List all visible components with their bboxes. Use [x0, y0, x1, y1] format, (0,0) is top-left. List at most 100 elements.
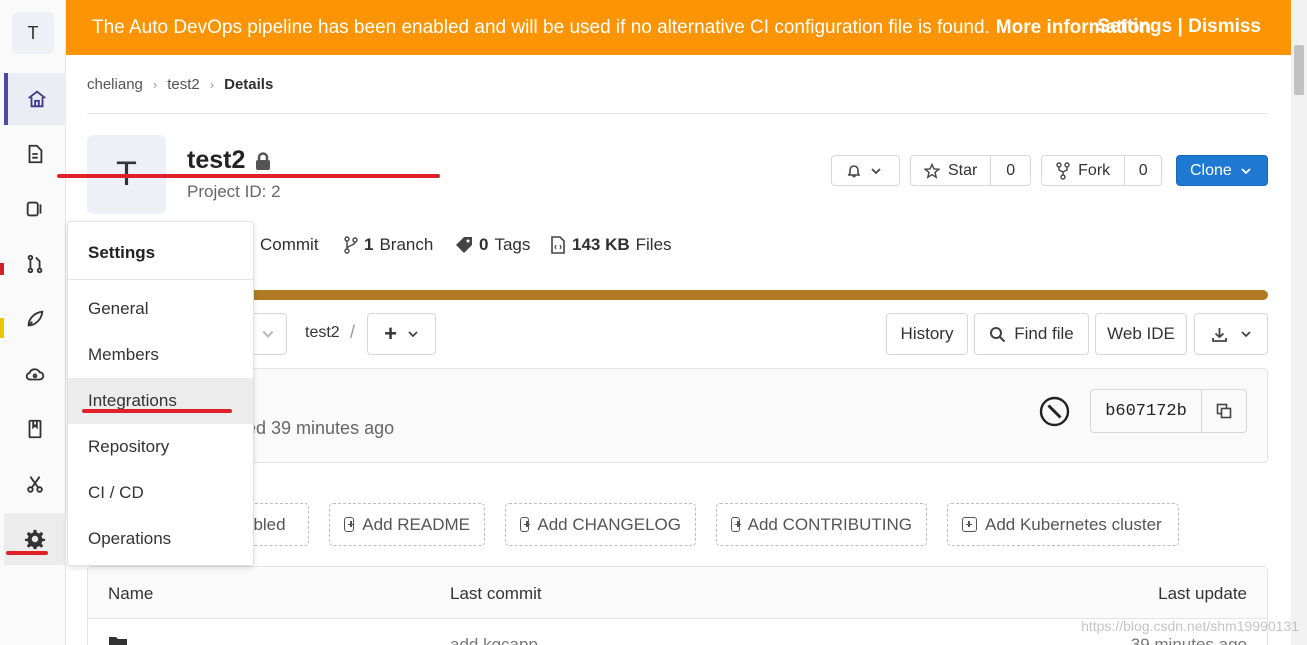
settings-flyout-menu: Settings General Members Integrations Re…: [67, 221, 254, 566]
settings-item-operations[interactable]: Operations: [68, 516, 253, 562]
repo-path[interactable]: test2: [305, 324, 340, 342]
chevron-down-icon: [262, 330, 274, 338]
merge-request-icon: [27, 254, 43, 274]
issues-icon: [26, 201, 42, 217]
chevron-down-icon: [408, 331, 418, 338]
sidebar-item-snippets[interactable]: [4, 458, 66, 510]
annotation-underline: [6, 551, 48, 555]
fork-count[interactable]: 0: [1124, 156, 1161, 185]
chevron-down-icon: [871, 167, 881, 174]
cloud-icon: [25, 368, 45, 381]
sidebar-item-ci-cd[interactable]: [4, 293, 66, 345]
project-title: test2: [187, 146, 271, 175]
sidebar-item-issues[interactable]: [4, 183, 66, 235]
fork-button[interactable]: Fork 0: [1041, 155, 1162, 186]
lock-icon: [256, 151, 271, 170]
chevron-right-icon: ›: [152, 77, 158, 92]
notification-dropdown[interactable]: [831, 155, 900, 186]
project-id: Project ID: 2: [187, 182, 281, 201]
copy-sha-button[interactable]: [1201, 390, 1246, 432]
bell-icon: [847, 164, 861, 177]
star-count[interactable]: 0: [990, 156, 1030, 185]
book-icon: [28, 419, 42, 439]
gear-icon: [24, 529, 46, 550]
star-icon: [923, 162, 940, 179]
download-icon: [1211, 327, 1227, 342]
branch-dropdown[interactable]: [250, 313, 287, 355]
find-file-button[interactable]: Find file: [974, 313, 1089, 355]
breadcrumb-item[interactable]: test2: [167, 76, 200, 93]
sidebar-item-wiki[interactable]: [4, 403, 66, 455]
web-ide-button[interactable]: Web IDE: [1095, 313, 1187, 355]
fork-label: Fork: [1078, 161, 1111, 179]
file-size-icon: [551, 236, 565, 254]
scissors-icon: [27, 476, 43, 493]
banner-actions: Settings | Dismiss: [1097, 16, 1261, 38]
plus-square-icon: [731, 517, 741, 532]
vertical-scrollbar[interactable]: [1291, 0, 1307, 645]
file-last-update: 39 minutes ago: [1130, 635, 1247, 645]
files-stat[interactable]: 143 KB Files: [550, 235, 672, 255]
doc-icon: [28, 144, 43, 164]
settings-item-integrations[interactable]: Integrations: [68, 378, 253, 424]
column-header-last-commit: Last commit: [450, 584, 542, 603]
banner-dismiss-link[interactable]: Dismiss: [1188, 16, 1261, 37]
branch-icon: [344, 236, 358, 254]
chevron-down-icon: [1241, 167, 1251, 174]
commit-sha-group: b607172b: [1090, 389, 1247, 433]
table-header: Name Last commit Last update: [88, 567, 1267, 619]
tags-stat[interactable]: 0 Tags: [455, 235, 530, 255]
commit-meta: red 39 minutes ago: [240, 418, 395, 438]
add-contributing-button[interactable]: Add CONTRIBUTING: [716, 503, 927, 546]
star-button[interactable]: Star 0: [910, 155, 1031, 186]
add-kubernetes-cluster-button[interactable]: Add Kubernetes cluster: [947, 503, 1179, 546]
settings-item-members[interactable]: Members: [68, 332, 253, 378]
clone-label: Clone: [1190, 161, 1232, 179]
column-header-last-update: Last update: [1158, 584, 1247, 603]
plus-square-icon: [962, 517, 977, 532]
banner-separator: |: [1177, 16, 1183, 37]
project-avatar-small[interactable]: T: [12, 12, 54, 54]
file-last-commit[interactable]: add kgcapp: [450, 635, 538, 645]
chevron-right-icon: ›: [209, 77, 215, 92]
history-button[interactable]: History: [886, 313, 968, 355]
divider: [87, 113, 1268, 114]
sidebar-item-project-overview[interactable]: [4, 73, 66, 125]
folder-icon: [109, 637, 127, 645]
plus-icon: +: [384, 321, 397, 346]
add-readme-button[interactable]: Add README: [329, 503, 485, 546]
settings-item-ci-cd[interactable]: CI / CD: [68, 470, 253, 516]
search-icon: [990, 326, 1006, 342]
breadcrumb-current[interactable]: Details: [224, 76, 273, 93]
add-file-dropdown[interactable]: +: [367, 313, 436, 355]
fork-icon: [1056, 161, 1070, 180]
chevron-down-icon: [1240, 331, 1251, 338]
path-separator: /: [350, 322, 356, 342]
annotation-underline: [82, 409, 232, 413]
banner-message: The Auto DevOps pipeline has been enable…: [92, 16, 990, 38]
project-sidebar: T: [0, 0, 66, 645]
sidebar-item-merge-requests[interactable]: [4, 238, 66, 290]
rocket-icon: [27, 310, 44, 327]
watermark: https://blog.csdn.net/shm19990131: [1081, 618, 1299, 634]
sidebar-item-repository[interactable]: [4, 128, 66, 180]
pipeline-status-icon[interactable]: [1039, 396, 1070, 427]
clone-button[interactable]: Clone: [1176, 155, 1268, 186]
column-header-name: Name: [108, 584, 154, 603]
settings-item-repository[interactable]: Repository: [68, 424, 253, 470]
banner-settings-link[interactable]: Settings: [1097, 16, 1172, 37]
annotation-underline: [57, 174, 440, 178]
sidebar-item-operations[interactable]: [4, 348, 66, 400]
branches-stat[interactable]: 1 Branch: [344, 235, 433, 255]
breadcrumb-item[interactable]: cheliang: [87, 76, 143, 93]
commits-stat[interactable]: Commit: [260, 235, 319, 255]
sidebar-item-settings[interactable]: [4, 513, 66, 565]
commit-sha[interactable]: b607172b: [1091, 402, 1201, 421]
scrollbar-thumb[interactable]: [1294, 45, 1304, 95]
home-icon: [28, 90, 46, 108]
download-dropdown[interactable]: [1194, 313, 1268, 355]
tag-icon: [456, 237, 472, 253]
add-changelog-button[interactable]: Add CHANGELOG: [505, 503, 696, 546]
settings-item-general[interactable]: General: [68, 286, 253, 332]
flyout-title: Settings: [88, 243, 156, 262]
